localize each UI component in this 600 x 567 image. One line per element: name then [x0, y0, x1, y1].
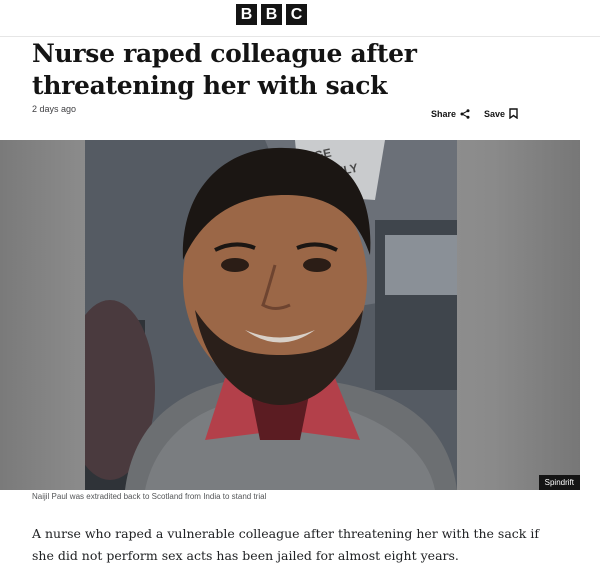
- article-image: GE AT ONLY: [0, 140, 580, 490]
- image-caption: Naijil Paul was extradited back to Scotl…: [32, 492, 267, 501]
- share-icon: [460, 108, 470, 119]
- article-actions: Share Save: [431, 108, 518, 119]
- share-button[interactable]: Share: [431, 109, 470, 119]
- portrait-photo: GE AT ONLY: [85, 140, 457, 490]
- save-button[interactable]: Save: [484, 108, 518, 119]
- bookmark-icon: [509, 108, 518, 119]
- article-headline: Nurse raped colleague after threatening …: [32, 39, 417, 100]
- bbc-logo[interactable]: B B C: [236, 4, 307, 25]
- save-label: Save: [484, 108, 506, 119]
- image-credit: Spindrift: [538, 475, 580, 490]
- logo-letter-c: C: [286, 4, 307, 25]
- logo-letter-b1: B: [236, 4, 257, 25]
- portrait-illustration: GE AT ONLY: [85, 140, 457, 490]
- logo-letter-b2: B: [261, 4, 282, 25]
- share-label: Share: [431, 108, 457, 119]
- lead-paragraph: A nurse who raped a vulnerable colleague…: [32, 526, 539, 563]
- site-header: B B C: [0, 0, 600, 37]
- article-timestamp: 2 days ago: [32, 104, 77, 114]
